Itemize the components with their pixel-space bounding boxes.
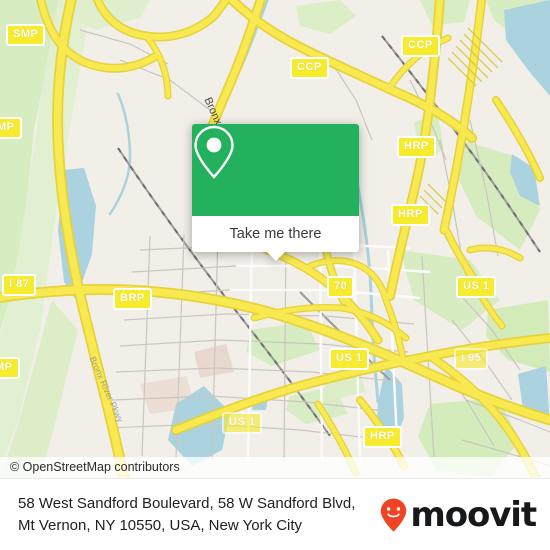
popup-header <box>192 124 359 216</box>
take-me-there-button[interactable]: Take me there <box>192 216 359 261</box>
map-canvas[interactable]: SMP CCP CCP HRP HRP MP I 87 BRP 70 US 1 … <box>0 0 550 478</box>
road-shield[interactable]: HRP <box>363 426 402 448</box>
location-popup[interactable]: Take me there <box>192 124 359 261</box>
map-screenshot: SMP CCP CCP HRP HRP MP I 87 BRP 70 US 1 … <box>0 0 550 550</box>
address-line-1: 58 West Sandford Boulevard, 58 W Sandfor… <box>18 495 356 513</box>
road-shield[interactable]: BRP <box>113 288 152 310</box>
road-shield[interactable]: MP <box>0 357 20 379</box>
road-shield[interactable]: US 1 <box>456 276 497 298</box>
popup-tail <box>266 252 285 261</box>
road-shield[interactable]: CCP <box>401 35 440 57</box>
take-me-there-label: Take me there <box>229 226 322 242</box>
footer-bar: 58 West Sandford Boulevard, 58 W Sandfor… <box>0 478 550 550</box>
moovit-pin-icon <box>381 498 407 532</box>
road-shield[interactable]: I 87 <box>2 274 37 296</box>
road-shield[interactable]: HRP <box>397 136 436 158</box>
road-shield[interactable]: CCP <box>290 57 329 79</box>
road-shield[interactable]: HRP <box>391 204 430 226</box>
road-shield[interactable]: 70 <box>327 276 355 298</box>
map-pin-icon <box>194 125 234 179</box>
address-line-2: Mt Vernon, NY 10550, USA, New York City <box>18 516 303 534</box>
moovit-wordmark: moovit <box>410 494 537 535</box>
road-shield[interactable]: SMP <box>6 24 46 46</box>
road-shield[interactable]: MP <box>0 117 22 139</box>
address-block: 58 West Sandford Boulevard, 58 W Sandfor… <box>18 493 380 536</box>
road-shield[interactable]: I 95 <box>454 348 489 370</box>
road-shield[interactable]: US 1 <box>222 412 263 434</box>
road-shield[interactable]: US 1 <box>329 348 370 370</box>
moovit-logo[interactable]: moovit <box>380 494 537 535</box>
map-attribution[interactable]: © OpenStreetMap contributors <box>0 457 550 478</box>
